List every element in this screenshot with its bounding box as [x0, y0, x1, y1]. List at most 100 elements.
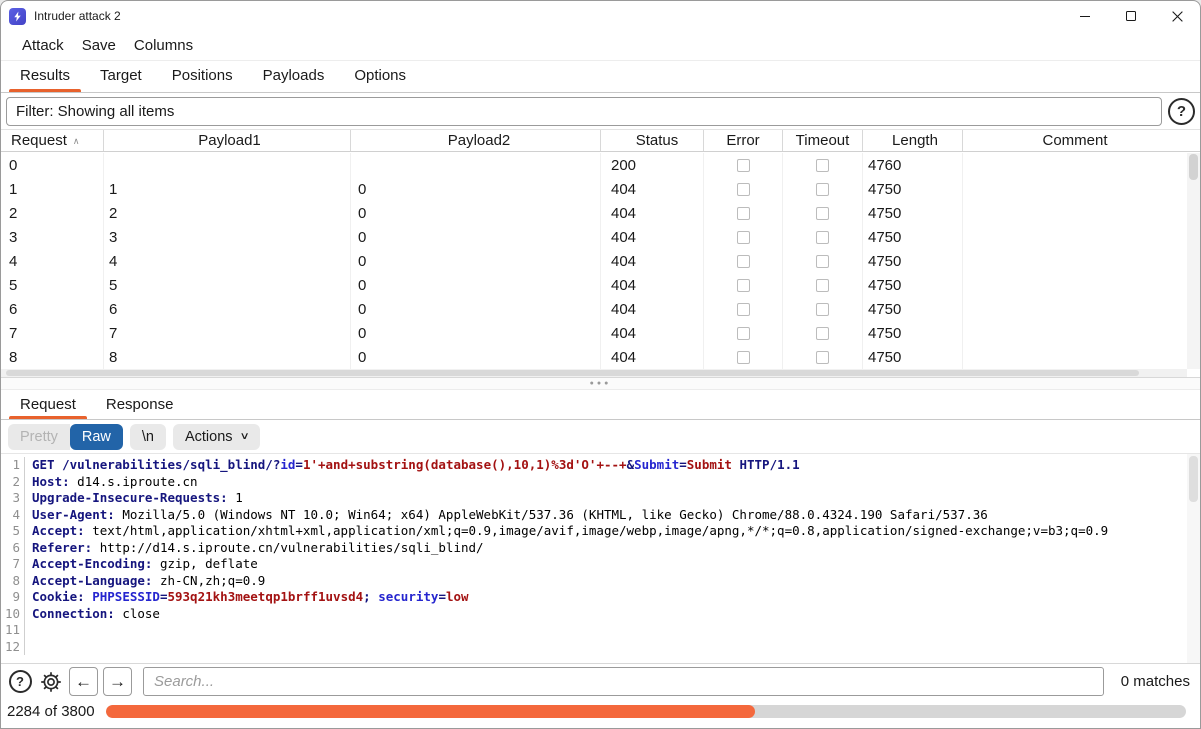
menu-bar: AttackSaveColumns: [1, 31, 1200, 61]
timeout-checkbox[interactable]: [816, 303, 829, 316]
cell-payload2: 0: [351, 321, 601, 345]
tab-positions[interactable]: Positions: [157, 61, 248, 92]
error-checkbox[interactable]: [737, 183, 750, 196]
maximize-button[interactable]: [1108, 1, 1154, 31]
cell-status: 404: [601, 225, 704, 249]
column-header-length[interactable]: Length: [863, 130, 963, 151]
timeout-checkbox[interactable]: [816, 255, 829, 268]
next-match-button[interactable]: →: [103, 667, 132, 696]
table-row[interactable]: 02004760: [1, 153, 1187, 177]
cell-timeout: [783, 177, 863, 201]
error-checkbox[interactable]: [737, 159, 750, 172]
error-checkbox[interactable]: [737, 279, 750, 292]
error-checkbox[interactable]: [737, 351, 750, 364]
raw-button[interactable]: Raw: [70, 424, 123, 450]
column-header-timeout[interactable]: Timeout: [783, 130, 863, 151]
cell-status: 404: [601, 201, 704, 225]
cell-length: 4750: [863, 273, 963, 297]
cell-length: 4760: [863, 153, 963, 177]
tab-options[interactable]: Options: [339, 61, 421, 92]
cell-payload1: 4: [104, 249, 351, 273]
cell-error: [704, 153, 783, 177]
column-header-payload2[interactable]: Payload2: [351, 130, 601, 151]
column-header-status[interactable]: Status: [601, 130, 704, 151]
cell-request: 1: [1, 177, 104, 201]
timeout-checkbox[interactable]: [816, 231, 829, 244]
timeout-checkbox[interactable]: [816, 183, 829, 196]
timeout-checkbox[interactable]: [816, 351, 829, 364]
line-number: 3: [1, 490, 25, 507]
table-row[interactable]: 8804044750: [1, 345, 1187, 369]
table-row[interactable]: 1104044750: [1, 177, 1187, 201]
table-row[interactable]: 2204044750: [1, 201, 1187, 225]
menu-item-attack[interactable]: Attack: [13, 37, 73, 54]
error-checkbox[interactable]: [737, 207, 750, 220]
column-header-error[interactable]: Error: [704, 130, 783, 151]
cell-error: [704, 273, 783, 297]
column-header-comment[interactable]: Comment: [963, 130, 1187, 151]
table-row[interactable]: 3304044750: [1, 225, 1187, 249]
cell-request: 8: [1, 345, 104, 369]
editor-vertical-scrollbar[interactable]: [1187, 454, 1200, 663]
close-button[interactable]: [1154, 1, 1200, 31]
splitter-handle[interactable]: ●●●: [1, 377, 1200, 390]
tab-response[interactable]: Response: [91, 390, 189, 419]
cell-status: 404: [601, 249, 704, 273]
cell-timeout: [783, 345, 863, 369]
line-number: 4: [1, 507, 25, 524]
cell-comment: [963, 321, 1187, 345]
tab-target[interactable]: Target: [85, 61, 157, 92]
menu-item-save[interactable]: Save: [73, 37, 125, 54]
cell-error: [704, 321, 783, 345]
column-header-request[interactable]: Request∧: [1, 130, 104, 151]
column-header-payload1[interactable]: Payload1: [104, 130, 351, 151]
error-checkbox[interactable]: [737, 327, 750, 340]
table-row[interactable]: 6604044750: [1, 297, 1187, 321]
cell-error: [704, 297, 783, 321]
error-checkbox[interactable]: [737, 255, 750, 268]
cell-length: 4750: [863, 249, 963, 273]
pretty-button[interactable]: Pretty: [8, 424, 70, 450]
cell-length: 4750: [863, 345, 963, 369]
show-newlines-button[interactable]: \n: [130, 424, 166, 450]
error-checkbox[interactable]: [737, 303, 750, 316]
filter-bar[interactable]: Filter: Showing all items: [6, 97, 1162, 126]
search-input[interactable]: [143, 667, 1104, 696]
progress-row: 2284 of 3800: [1, 699, 1200, 728]
request-editor[interactable]: 1GET /vulnerabilities/sqli_blind/?id=1'+…: [1, 453, 1200, 663]
cell-payload2: 0: [351, 177, 601, 201]
table-vertical-scrollbar[interactable]: [1187, 153, 1200, 369]
tab-payloads[interactable]: Payloads: [248, 61, 340, 92]
table-row[interactable]: 5504044750: [1, 273, 1187, 297]
timeout-checkbox[interactable]: [816, 207, 829, 220]
tab-results[interactable]: Results: [5, 61, 85, 92]
menu-item-columns[interactable]: Columns: [125, 37, 202, 54]
line-number: 11: [1, 622, 25, 639]
error-checkbox[interactable]: [737, 231, 750, 244]
previous-match-button[interactable]: ←: [69, 667, 98, 696]
editor-tabs: RequestResponse: [1, 390, 1200, 420]
code-line: 8Accept-Language: zh-CN,zh;q=0.9: [1, 573, 1200, 590]
table-row[interactable]: 4404044750: [1, 249, 1187, 273]
cell-payload1: 5: [104, 273, 351, 297]
attack-progress-bar: [106, 705, 1186, 718]
code-line: 10Connection: close: [1, 606, 1200, 623]
table-horizontal-scrollbar[interactable]: [1, 369, 1187, 377]
cell-payload2: 0: [351, 297, 601, 321]
timeout-checkbox[interactable]: [816, 327, 829, 340]
search-help-button[interactable]: ?: [7, 669, 33, 695]
table-row[interactable]: 7704044750: [1, 321, 1187, 345]
window-title: Intruder attack 2: [34, 9, 121, 23]
tab-request[interactable]: Request: [5, 390, 91, 419]
timeout-checkbox[interactable]: [816, 159, 829, 172]
line-number: 1: [1, 457, 25, 474]
gear-icon[interactable]: [38, 669, 64, 695]
timeout-checkbox[interactable]: [816, 279, 829, 292]
line-number: 7: [1, 556, 25, 573]
help-icon[interactable]: ?: [1168, 98, 1195, 125]
actions-button[interactable]: Actions ∨: [173, 424, 260, 450]
cell-comment: [963, 249, 1187, 273]
cell-error: [704, 345, 783, 369]
code-line: 9Cookie: PHPSESSID=593q21kh3meetqp1brff1…: [1, 589, 1200, 606]
minimize-button[interactable]: [1062, 1, 1108, 31]
